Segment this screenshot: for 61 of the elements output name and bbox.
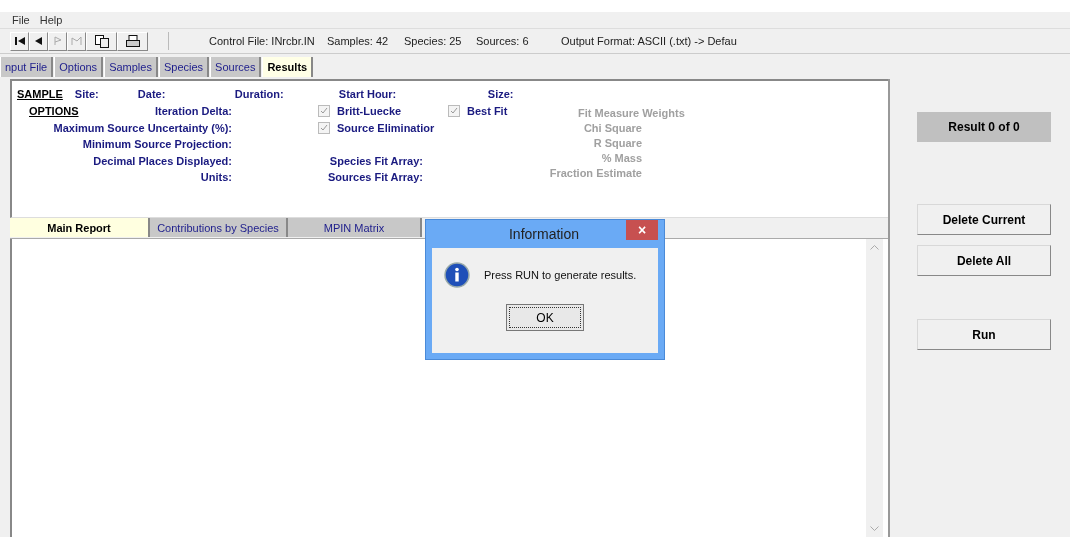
checkbox-label: Best Fit <box>467 105 508 118</box>
previous-record-icon <box>35 37 42 45</box>
field-label: Site: <box>74 88 100 100</box>
checkmark-icon <box>450 107 458 116</box>
ok-button[interactable]: OK <box>506 304 584 331</box>
status-text: Sources: 6 <box>476 35 530 47</box>
tab[interactable]: Results <box>262 57 314 77</box>
first-record-button[interactable] <box>10 31 29 51</box>
scroll-up-icon <box>870 245 879 250</box>
copy-button[interactable] <box>86 31 117 51</box>
group-heading: Fit Measure Weights <box>577 106 686 121</box>
checkbox-label: Britt-Luecke <box>337 105 402 118</box>
status-text: Species: 25 <box>404 35 463 47</box>
field-label: Species Fit Array: <box>328 154 423 167</box>
menu-item[interactable]: Help <box>39 14 63 26</box>
field-label: Date: <box>137 88 167 100</box>
scroll-down-icon <box>870 526 879 531</box>
report-tab[interactable]: MPIN Matrix <box>288 218 422 237</box>
field-label: Maximum Source Uncertainty (%): <box>53 121 232 134</box>
option-label: % Mass <box>600 151 642 166</box>
option-label: R Square <box>592 136 642 151</box>
previous-record-button[interactable] <box>29 31 48 51</box>
status-text: Samples: 42 <box>327 35 390 47</box>
action-button[interactable]: Delete All <box>917 245 1051 276</box>
tab[interactable]: Sources <box>210 57 262 77</box>
tab[interactable]: Options <box>54 57 104 77</box>
field-label: Decimal Places Displayed: <box>93 154 232 167</box>
result-counter: Result 0 of 0 <box>917 112 1051 142</box>
next-record-icon <box>53 36 62 46</box>
field-label: Units: <box>200 171 232 184</box>
option-label: Chi Square <box>582 121 642 136</box>
last-record-icon <box>70 36 83 46</box>
status-text: Control File: INrcbr.IN <box>209 35 316 47</box>
field-label: Duration: <box>234 88 285 100</box>
dialog-title: Information <box>507 226 580 242</box>
close-button[interactable]: × <box>626 220 658 240</box>
section-heading: SAMPLE <box>17 88 63 100</box>
option-label: Fraction Estimate <box>548 166 642 181</box>
field-label: Minimum Source Projection: <box>82 138 232 151</box>
vertical-scrollbar[interactable] <box>866 239 883 537</box>
tab[interactable]: Species <box>158 57 210 77</box>
menu-item[interactable]: File <box>12 14 30 26</box>
first-record-icon <box>14 37 25 45</box>
field-label: Start Hour: <box>338 88 398 100</box>
info-icon <box>444 262 470 288</box>
field-label: Iteration Delta: <box>155 105 232 118</box>
checkbox-label: Source Eliminatior <box>337 121 435 134</box>
dialog-message: Press RUN to generate results. <box>484 269 637 281</box>
report-tab[interactable]: Main Report <box>10 218 150 237</box>
report-tab[interactable]: Contributions by Species <box>150 218 288 237</box>
tab[interactable]: Samples <box>104 57 158 77</box>
field-label: Sources Fit Array: <box>327 171 423 184</box>
field-label: Size: <box>487 88 515 100</box>
tab[interactable]: nput File <box>0 57 54 77</box>
status-text: Output Format: ASCII (.txt) -> Defau <box>561 35 738 47</box>
action-button[interactable]: Delete Current <box>917 204 1051 235</box>
printer-icon <box>125 35 140 47</box>
print-button[interactable] <box>117 31 148 51</box>
action-button[interactable]: Run <box>917 319 1051 350</box>
copy-icon <box>94 34 109 48</box>
section-heading: OPTIONS <box>29 105 79 118</box>
